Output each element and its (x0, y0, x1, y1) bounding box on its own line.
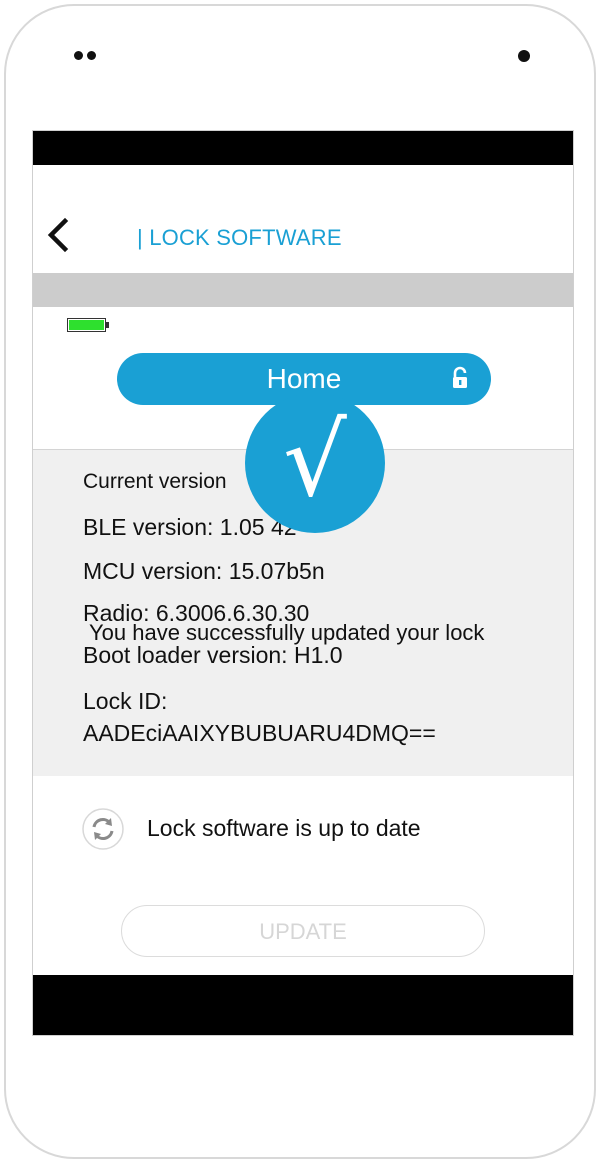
page-title: | LOCK SOFTWARE (137, 225, 342, 250)
update-button-label: UPDATE (259, 919, 347, 944)
phone-camera-dot (518, 50, 530, 62)
back-button[interactable] (43, 215, 79, 255)
software-status-text: Lock software is up to date (147, 815, 421, 841)
boot-loader-version: Boot loader version: H1.0 (83, 642, 343, 668)
phone-sensor-dot (74, 51, 83, 60)
lock-id-value: AADEciAAIXYBUBUARU4DMQ== (83, 720, 436, 746)
device-name-label: Home (266, 363, 342, 394)
current-version-label: Current version (83, 470, 227, 493)
mcu-version: MCU version: 15.07b5n (83, 558, 325, 584)
app-screen: | LOCK SOFTWARE Home Current version BLE… (32, 130, 574, 1036)
refresh-icon (82, 808, 124, 850)
success-check-badge: √ (245, 393, 385, 533)
checkmark-icon: √ (283, 402, 347, 519)
header-divider-strip (33, 273, 573, 307)
update-button[interactable]: UPDATE (121, 905, 485, 957)
unlocked-padlock-icon (453, 366, 467, 388)
chevron-left-icon (47, 217, 69, 253)
navigation-bar (33, 975, 573, 1035)
software-status-row: Lock software is up to date (81, 807, 521, 851)
lock-id-label: Lock ID: (83, 688, 168, 714)
header: | LOCK SOFTWARE (33, 165, 573, 273)
phone-sensor-dot (87, 51, 96, 60)
battery-full-icon (67, 318, 109, 332)
status-bar (33, 131, 573, 165)
